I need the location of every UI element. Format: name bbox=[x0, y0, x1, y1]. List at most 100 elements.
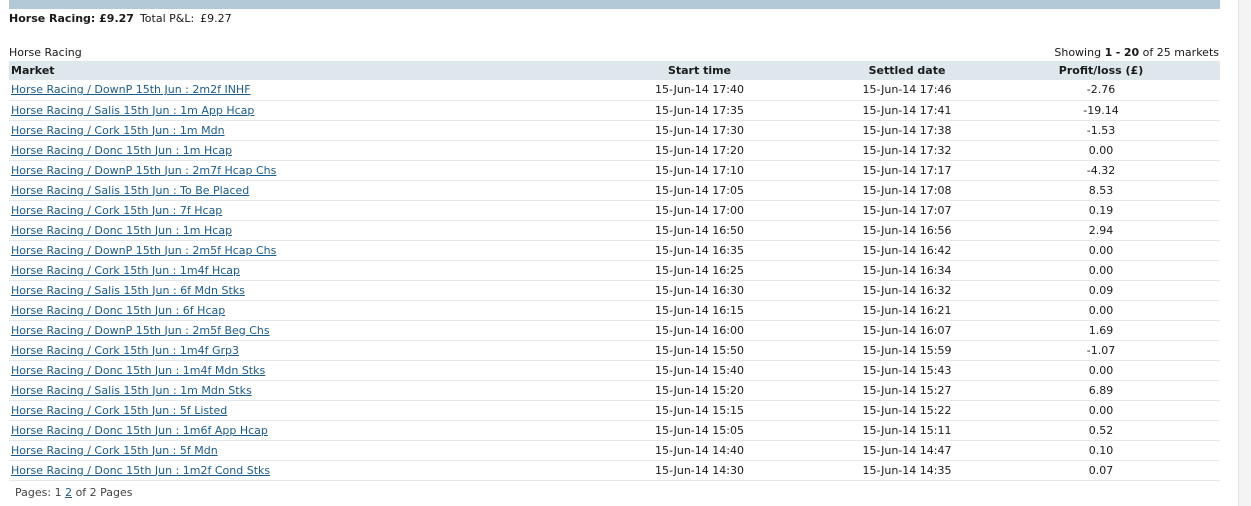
market-link[interactable]: Horse Racing / Donc 15th Jun : 1m Hcap bbox=[11, 224, 232, 237]
profit-loss-cell: 1.69 bbox=[982, 320, 1220, 341]
settled-date-cell: 15-Jun-14 16:42 bbox=[832, 240, 982, 261]
table-row: Horse Racing / Cork 15th Jun : 1m4f Grp3… bbox=[9, 340, 1220, 361]
profit-loss-cell: 0.00 bbox=[982, 400, 1220, 421]
market-cell: Horse Racing / Donc 15th Jun : 6f Hcap bbox=[9, 300, 567, 321]
market-cell: Horse Racing / Salis 15th Jun : To Be Pl… bbox=[9, 180, 567, 201]
market-link[interactable]: Horse Racing / DownP 15th Jun : 2m5f Hca… bbox=[11, 244, 276, 257]
settled-date-cell: 15-Jun-14 16:07 bbox=[832, 320, 982, 341]
profit-loss-cell: 8.53 bbox=[982, 180, 1220, 201]
market-cell: Horse Racing / Cork 15th Jun : 1m Mdn bbox=[9, 120, 567, 141]
market-link[interactable]: Horse Racing / Cork 15th Jun : 5f Mdn bbox=[11, 444, 218, 457]
profit-loss-cell: 2.94 bbox=[982, 220, 1220, 241]
table-row: Horse Racing / Cork 15th Jun : 5f Listed… bbox=[9, 400, 1220, 421]
settled-date-cell: 15-Jun-14 15:43 bbox=[832, 360, 982, 381]
start-time-cell: 15-Jun-14 16:30 bbox=[567, 280, 832, 301]
market-link[interactable]: Horse Racing / DownP 15th Jun : 2m5f Beg… bbox=[11, 324, 270, 337]
settled-date-cell: 15-Jun-14 15:11 bbox=[832, 420, 982, 441]
pages-total: of 2 Pages bbox=[75, 486, 133, 499]
settled-date-cell: 15-Jun-14 17:32 bbox=[832, 140, 982, 161]
market-cell: Horse Racing / Donc 15th Jun : 1m6f App … bbox=[9, 420, 567, 441]
start-time-cell: 15-Jun-14 15:40 bbox=[567, 360, 832, 381]
scrollbar[interactable] bbox=[1238, 0, 1251, 506]
market-link[interactable]: Horse Racing / Cork 15th Jun : 7f Hcap bbox=[11, 204, 222, 217]
market-cell: Horse Racing / Donc 15th Jun : 1m2f Cond… bbox=[9, 460, 567, 481]
market-link[interactable]: Horse Racing / DownP 15th Jun : 2m7f Hca… bbox=[11, 164, 276, 177]
table-header-row: Market Start time Settled date Profit/lo… bbox=[9, 61, 1220, 80]
settled-date-cell: 15-Jun-14 15:59 bbox=[832, 340, 982, 361]
start-time-cell: 15-Jun-14 17:00 bbox=[567, 200, 832, 221]
settled-date-cell: 15-Jun-14 14:47 bbox=[832, 440, 982, 461]
table-row: Horse Racing / DownP 15th Jun : 2m2f INH… bbox=[9, 80, 1220, 101]
profit-loss-cell: -1.53 bbox=[982, 120, 1220, 141]
start-time-cell: 15-Jun-14 16:00 bbox=[567, 320, 832, 341]
market-link[interactable]: Horse Racing / Donc 15th Jun : 1m4f Mdn … bbox=[11, 364, 265, 377]
start-time-cell: 15-Jun-14 17:05 bbox=[567, 180, 832, 201]
market-link[interactable]: Horse Racing / Salis 15th Jun : 6f Mdn S… bbox=[11, 284, 245, 297]
market-link[interactable]: Horse Racing / Donc 15th Jun : 1m2f Cond… bbox=[11, 464, 270, 477]
market-link[interactable]: Horse Racing / Donc 15th Jun : 1m Hcap bbox=[11, 144, 232, 157]
market-cell: Horse Racing / DownP 15th Jun : 2m5f Beg… bbox=[9, 320, 567, 341]
settled-date-cell: 15-Jun-14 17:08 bbox=[832, 180, 982, 201]
market-cell: Horse Racing / Cork 15th Jun : 5f Mdn bbox=[9, 440, 567, 461]
table-row: Horse Racing / Cork 15th Jun : 1m Mdn 15-… bbox=[9, 120, 1220, 141]
showing-suffix: of 25 markets bbox=[1142, 46, 1219, 59]
results-count: Showing 1 - 20 of 25 markets bbox=[1054, 46, 1219, 59]
table-row: Horse Racing / DownP 15th Jun : 2m5f Beg… bbox=[9, 320, 1220, 341]
showing-prefix: Showing bbox=[1054, 46, 1102, 59]
table-row: Horse Racing / Cork 15th Jun : 5f Mdn 15-… bbox=[9, 440, 1220, 461]
profit-loss-cell: 0.10 bbox=[982, 440, 1220, 461]
profit-loss-cell: 0.52 bbox=[982, 420, 1220, 441]
table-row: Horse Racing / Donc 15th Jun : 1m Hcap 15… bbox=[9, 140, 1220, 161]
market-link[interactable]: Horse Racing / Salis 15th Jun : To Be Pl… bbox=[11, 184, 249, 197]
table-row: Horse Racing / Donc 15th Jun : 1m Hcap 15… bbox=[9, 220, 1220, 241]
start-time-cell: 15-Jun-14 17:40 bbox=[567, 80, 832, 101]
showing-sep: - bbox=[1115, 46, 1121, 59]
settled-date-cell: 15-Jun-14 16:32 bbox=[832, 280, 982, 301]
market-link[interactable]: Horse Racing / Cork 15th Jun : 1m4f Grp3 bbox=[11, 344, 239, 357]
settled-date-cell: 15-Jun-14 16:21 bbox=[832, 300, 982, 321]
profit-loss-cell: -19.14 bbox=[982, 100, 1220, 121]
market-link[interactable]: Horse Racing / Cork 15th Jun : 5f Listed bbox=[11, 404, 227, 417]
market-link[interactable]: Horse Racing / DownP 15th Jun : 2m2f INH… bbox=[11, 83, 251, 96]
market-cell: Horse Racing / Salis 15th Jun : 1m App H… bbox=[9, 100, 567, 121]
market-cell: Horse Racing / Salis 15th Jun : 6f Mdn S… bbox=[9, 280, 567, 301]
market-cell: Horse Racing / Donc 15th Jun : 1m Hcap bbox=[9, 140, 567, 161]
market-link[interactable]: Horse Racing / Cork 15th Jun : 1m Mdn bbox=[11, 124, 225, 137]
market-cell: Horse Racing / Cork 15th Jun : 1m4f Grp3 bbox=[9, 340, 567, 361]
col-header-start-time: Start time bbox=[667, 64, 732, 77]
pl-summary: Horse Racing: £9.27 Total P&L: £9.27 bbox=[9, 12, 232, 26]
settled-date-cell: 15-Jun-14 17:38 bbox=[832, 120, 982, 141]
market-link[interactable]: Horse Racing / Salis 15th Jun : 1m App H… bbox=[11, 104, 254, 117]
showing-from: 1 bbox=[1104, 46, 1113, 59]
profit-loss-cell: 6.89 bbox=[982, 380, 1220, 401]
settled-date-cell: 15-Jun-14 15:27 bbox=[832, 380, 982, 401]
settled-markets-table: Market Start time Settled date Profit/lo… bbox=[9, 61, 1220, 481]
market-cell: Horse Racing / DownP 15th Jun : 2m2f INH… bbox=[9, 80, 567, 101]
market-cell: Horse Racing / Donc 15th Jun : 1m4f Mdn … bbox=[9, 360, 567, 381]
market-cell: Horse Racing / DownP 15th Jun : 2m5f Hca… bbox=[9, 240, 567, 261]
market-link[interactable]: Horse Racing / Donc 15th Jun : 6f Hcap bbox=[11, 304, 225, 317]
start-time-cell: 15-Jun-14 15:20 bbox=[567, 380, 832, 401]
settled-date-cell: 15-Jun-14 17:46 bbox=[832, 80, 982, 101]
settled-date-cell: 15-Jun-14 17:17 bbox=[832, 160, 982, 181]
market-link[interactable]: Horse Racing / Salis 15th Jun : 1m Mdn S… bbox=[11, 384, 252, 397]
market-cell: Horse Racing / Donc 15th Jun : 1m Hcap bbox=[9, 220, 567, 241]
settled-date-cell: 15-Jun-14 15:22 bbox=[832, 400, 982, 421]
table-row: Horse Racing / Cork 15th Jun : 7f Hcap 15… bbox=[9, 200, 1220, 221]
table-row: Horse Racing / Donc 15th Jun : 1m4f Mdn … bbox=[9, 360, 1220, 381]
market-cell: Horse Racing / DownP 15th Jun : 2m7f Hca… bbox=[9, 160, 567, 181]
settled-date-cell: 15-Jun-14 17:41 bbox=[832, 100, 982, 121]
start-time-cell: 15-Jun-14 17:30 bbox=[567, 120, 832, 141]
profit-loss-cell: 0.00 bbox=[982, 300, 1220, 321]
start-time-cell: 15-Jun-14 16:35 bbox=[567, 240, 832, 261]
table-row: Horse Racing / Salis 15th Jun : To Be Pl… bbox=[9, 180, 1220, 201]
table-row: Horse Racing / Donc 15th Jun : 1m6f App … bbox=[9, 420, 1220, 441]
start-time-cell: 15-Jun-14 15:05 bbox=[567, 420, 832, 441]
market-link[interactable]: Horse Racing / Donc 15th Jun : 1m6f App … bbox=[11, 424, 268, 437]
section-title: Horse Racing bbox=[9, 46, 82, 59]
start-time-cell: 15-Jun-14 16:15 bbox=[567, 300, 832, 321]
pagination: Pages: 1 2 of 2 Pages bbox=[15, 486, 133, 499]
market-link[interactable]: Horse Racing / Cork 15th Jun : 1m4f Hcap bbox=[11, 264, 240, 277]
market-cell: Horse Racing / Cork 15th Jun : 1m4f Hcap bbox=[9, 260, 567, 281]
page-link-2[interactable]: 2 bbox=[65, 486, 72, 499]
